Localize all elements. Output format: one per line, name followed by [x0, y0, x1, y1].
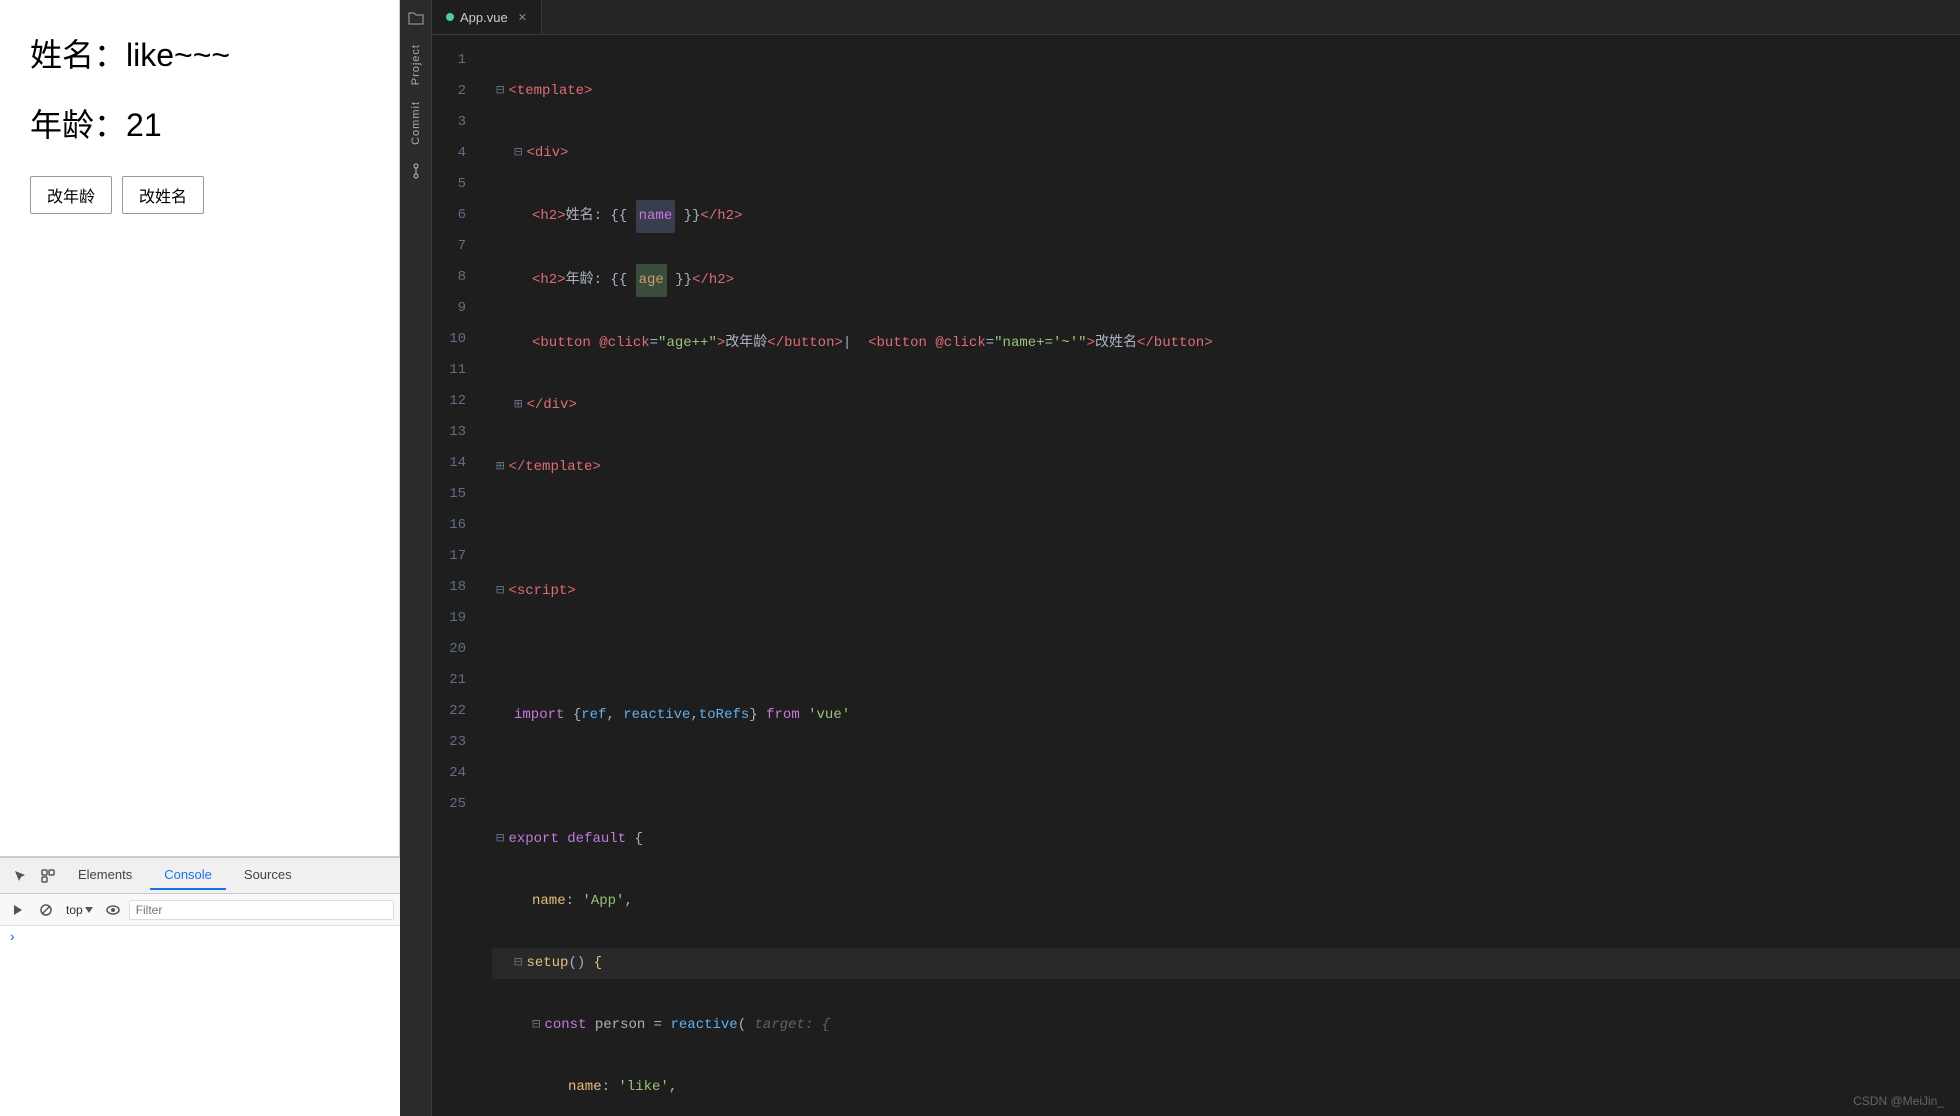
code-line-5: <button @click="age++">改年龄</button>| <bu…: [492, 328, 1960, 359]
git-icon[interactable]: [402, 157, 430, 185]
code-line-13: ⊟export default {: [492, 824, 1960, 855]
console-prompt: ›: [8, 930, 16, 946]
folder-icon[interactable]: [402, 4, 430, 32]
tab-close-icon[interactable]: ✕: [518, 11, 527, 24]
inspect-element-icon[interactable]: [36, 864, 60, 888]
vue-file-icon: [446, 13, 454, 21]
age-display: 年龄：21: [30, 100, 369, 146]
top-context-select[interactable]: top: [62, 901, 97, 919]
code-content: ⊟<template> ⊟<div> <h2>姓名: {{ name }}</h…: [482, 35, 1960, 1116]
code-line-8: [492, 514, 1960, 545]
block-icon[interactable]: [34, 898, 58, 922]
eye-icon[interactable]: [101, 898, 125, 922]
code-line-6: ⊞</div>: [492, 390, 1960, 421]
code-line-7: ⊞</template>: [492, 452, 1960, 483]
change-age-button[interactable]: 改年龄: [30, 176, 112, 214]
age-value: 21: [126, 107, 162, 143]
code-line-4: <h2>年龄: {{ age }}</h2>: [492, 264, 1960, 297]
tab-elements[interactable]: Elements: [64, 861, 146, 890]
line-numbers: 12345 678910 1112131415 1617181920 21222…: [432, 35, 482, 1116]
console-output: ›: [0, 926, 400, 1116]
preview-buttons: 改年龄 改姓名: [30, 176, 369, 214]
age-label: 年龄：: [30, 107, 126, 143]
name-display: 姓名：like~~~: [30, 30, 369, 76]
name-label: 姓名：: [30, 37, 126, 73]
code-line-16: ⊟const person = reactive( target: {: [492, 1010, 1960, 1041]
sidebar-project-label[interactable]: Project: [410, 36, 422, 93]
run-icon[interactable]: [6, 898, 30, 922]
ide-sidebar: Project Commit: [400, 0, 432, 1116]
code-editor: 12345 678910 1112131415 1617181920 21222…: [432, 35, 1960, 1116]
cursor-icon[interactable]: [8, 864, 32, 888]
code-line-2: ⊟<div>: [492, 138, 1960, 169]
change-name-button[interactable]: 改姓名: [122, 176, 204, 214]
code-line-11: import {ref, reactive,toRefs} from 'vue': [492, 700, 1960, 731]
watermark: CSDN @MeiJin_: [1853, 1094, 1944, 1108]
tab-sources[interactable]: Sources: [230, 861, 306, 890]
sidebar-commit-section: Commit: [400, 93, 431, 189]
code-line-3: <h2>姓名: {{ name }}</h2>: [492, 200, 1960, 233]
tab-console[interactable]: Console: [150, 861, 226, 890]
code-line-14: name: 'App',: [492, 886, 1960, 917]
devtools-tabs: Elements Console Sources: [0, 858, 400, 894]
top-label: top: [66, 903, 83, 917]
sidebar-project-section: Project: [400, 0, 431, 93]
devtools-toolbar: top: [0, 894, 400, 926]
code-line-10: [492, 638, 1960, 669]
code-line-9: ⊟<script>: [492, 576, 1960, 607]
code-line-17: name: 'like',: [492, 1072, 1960, 1103]
tab-filename: App.vue: [460, 10, 508, 25]
filter-input[interactable]: [129, 900, 394, 920]
editor-area: App.vue ✕ 12345 678910 1112131415 161718…: [432, 0, 1960, 1116]
name-value: like~~~: [126, 37, 230, 73]
code-line-12: [492, 762, 1960, 793]
code-line-15: ⊟setup() {: [492, 948, 1960, 979]
app-vue-tab[interactable]: App.vue ✕: [432, 0, 542, 34]
code-line-1: ⊟<template>: [492, 76, 1960, 107]
sidebar-commit-label[interactable]: Commit: [410, 93, 422, 153]
editor-tabs: App.vue ✕: [432, 0, 1960, 35]
